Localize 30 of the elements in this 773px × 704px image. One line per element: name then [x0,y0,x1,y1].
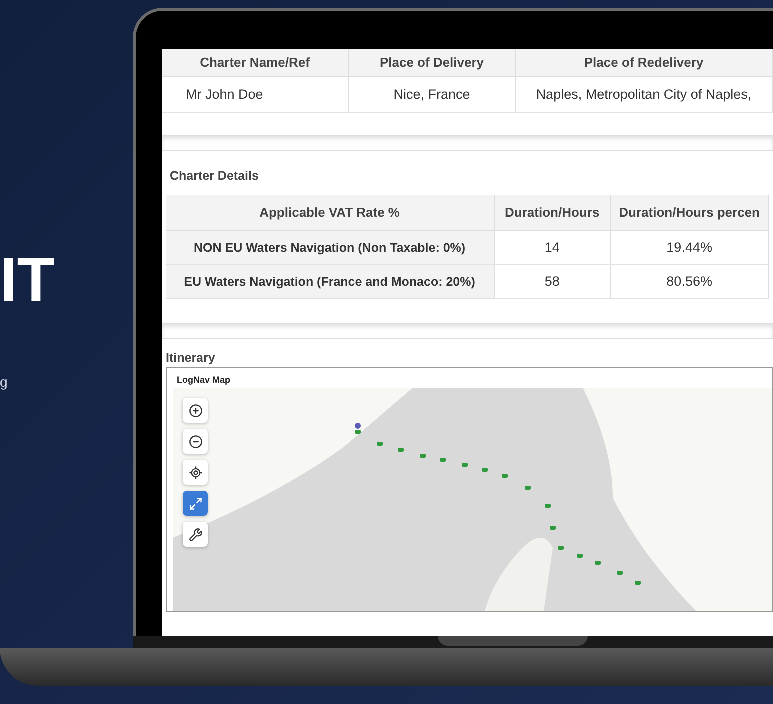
hero-subtitle: g [0,374,8,390]
table-cell: 14 [494,230,611,264]
zoom-in-icon [188,404,202,418]
expand-icon [188,496,202,510]
section-title: Itinerary [166,350,216,367]
zoom-out-icon [188,434,202,448]
column-header: Applicable VAT Rate % [166,195,494,230]
table-cell: 80.56% [610,264,768,298]
column-header: Duration/Hours percen [610,195,768,230]
table-cell: Nice, France [348,76,516,112]
table-cell: NON EU Waters Navigation (Non Taxable: 0%) [166,230,494,264]
map-title: LogNav Map [176,374,232,387]
wrench-button[interactable] [183,522,208,547]
crosshair-icon [188,466,202,480]
table-cell: 58 [494,264,611,298]
expand-button[interactable] [183,491,208,516]
zoom-in-button[interactable] [183,398,208,423]
table-cell: Mr John Doe [162,76,348,112]
column-header: Charter Name/Ref [162,49,348,76]
section-title: Charter Details [169,168,260,185]
column-header: Place of Redelivery [516,49,772,76]
hero-heading: IT [0,250,56,312]
zoom-out-button[interactable] [183,429,208,454]
wrench-icon [188,528,202,542]
table-cell: EU Waters Navigation (France and Monaco: 20%) [166,264,494,298]
column-header: Duration/Hours [494,195,611,230]
crosshair-button[interactable] [183,460,208,485]
column-header: Place of Delivery [348,49,516,76]
table-cell: Naples, Metropolitan City of Naples, [516,76,772,112]
table-cell: 19.44% [610,230,768,264]
